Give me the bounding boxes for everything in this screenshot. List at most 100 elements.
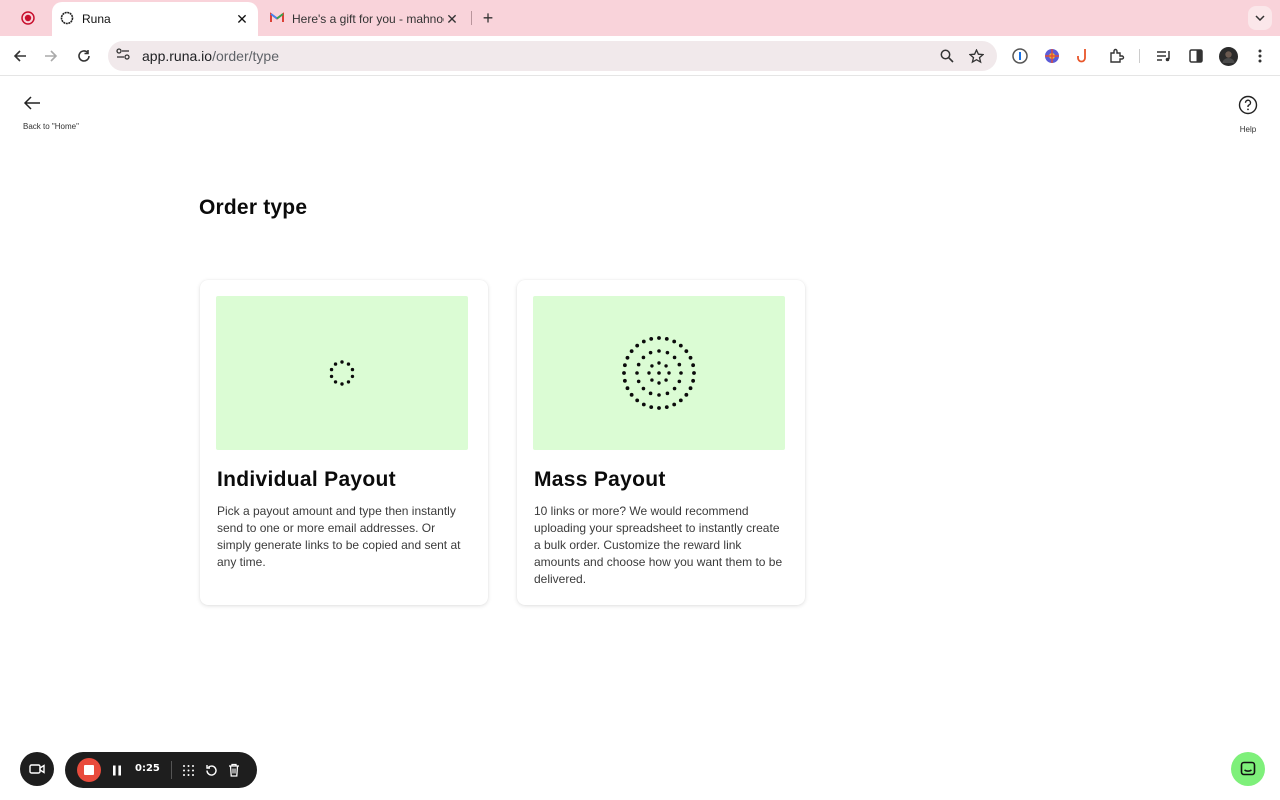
extension-hook-icon[interactable] <box>1073 46 1093 66</box>
illustration-dot <box>684 392 689 397</box>
individual-payout-card[interactable]: Individual Payout Pick a payout amount a… <box>200 280 488 605</box>
illustration-dot <box>333 380 338 384</box>
illustration-dot <box>340 382 344 386</box>
reload-button[interactable] <box>72 44 96 68</box>
mass-payout-card[interactable]: Mass Payout 10 links or more? We would r… <box>517 280 805 605</box>
illustration-dot <box>677 379 682 384</box>
illustration-dot <box>636 362 641 367</box>
illustration-dot <box>641 386 646 391</box>
illustration-dot <box>692 371 696 375</box>
illustration-dot <box>635 398 640 403</box>
illustration-dot <box>657 371 661 375</box>
illustration-dot <box>622 371 626 375</box>
illustration-dot <box>333 362 338 366</box>
arrow-right-icon <box>45 50 58 62</box>
illustration-dot <box>622 378 627 383</box>
illustration-dot <box>346 380 351 384</box>
delete-recording-icon[interactable] <box>226 762 242 778</box>
new-tab-button[interactable]: + <box>478 8 498 28</box>
arrow-left-icon <box>23 96 40 110</box>
illustration-dot <box>678 398 683 403</box>
card-title: Mass Payout <box>534 468 666 491</box>
extension-1password-icon[interactable] <box>1010 46 1030 66</box>
tab-title: Here's a gift for you - mahnoo <box>292 12 444 26</box>
site-settings-icon[interactable] <box>116 47 130 65</box>
illustration-dot <box>648 350 653 355</box>
close-tab-icon[interactable]: ✕ <box>444 11 460 27</box>
illustration-dot <box>664 405 669 410</box>
support-chat-button[interactable] <box>1231 752 1265 786</box>
illustration-dot <box>667 371 671 375</box>
tab-runa[interactable]: Runa ✕ <box>52 2 258 36</box>
illustration-dot <box>657 361 661 365</box>
zoom-icon[interactable] <box>939 48 955 64</box>
pause-recording-button[interactable] <box>109 762 125 778</box>
back-nav-button[interactable] <box>8 44 32 68</box>
illustration-dot <box>346 362 351 366</box>
back-link-label: Back to "Home" <box>23 122 79 131</box>
grid-dots-icon[interactable] <box>180 762 196 778</box>
illustration-dot <box>629 392 634 397</box>
camera-toggle-button[interactable] <box>20 752 54 786</box>
illustration-dot <box>641 355 646 360</box>
illustration-dot <box>622 363 627 368</box>
illustration-dot <box>677 362 682 367</box>
runa-logo-icon <box>60 11 74 28</box>
illustration-dot <box>635 371 639 375</box>
side-panel-icon[interactable] <box>1186 46 1206 66</box>
illustration-dot <box>688 386 693 391</box>
card-description: 10 links or more? We would recommend upl… <box>534 504 783 586</box>
browser-tabstrip: Runa ✕ Here's a gift for you - mahnoo ✕ … <box>0 0 1280 36</box>
recording-timer: 0:25 <box>135 763 160 774</box>
illustration-dot <box>329 367 334 372</box>
chevron-down-icon <box>1255 15 1265 21</box>
illustration-dot <box>665 391 670 396</box>
illustration-dot <box>657 406 661 410</box>
extensions-puzzle-icon[interactable] <box>1107 46 1127 66</box>
url-path: /order/type <box>212 48 279 64</box>
illustration-dot <box>650 378 654 382</box>
browser-menu-icon[interactable] <box>1250 46 1270 66</box>
tab-search-button[interactable] <box>1248 6 1272 30</box>
help-link[interactable]: Help <box>1232 95 1264 134</box>
illustration-dot <box>678 343 683 348</box>
back-to-home-link[interactable]: Back to "Home" <box>20 95 92 131</box>
illustration-dot <box>691 363 696 368</box>
illustration-dot <box>641 339 646 344</box>
illustration-dot <box>649 405 654 410</box>
illustration-dot <box>625 355 630 360</box>
illustration-dot <box>657 336 661 340</box>
card-title: Individual Payout <box>217 468 396 491</box>
illustration-dot <box>664 336 669 341</box>
address-bar[interactable]: app.runa.io/order/type <box>108 41 997 71</box>
media-control-icon[interactable] <box>1154 46 1174 66</box>
illustration-dot <box>636 379 641 384</box>
illustration-dot <box>350 374 355 379</box>
recording-indicator-icon <box>18 8 38 28</box>
tab-divider <box>471 11 472 25</box>
illustration-dot <box>684 349 689 354</box>
illustration-dot <box>691 378 696 383</box>
illustration-dot <box>649 336 654 341</box>
single-dotted-circle-icon <box>329 360 355 386</box>
profile-avatar[interactable] <box>1218 46 1238 66</box>
illustration-dot <box>641 402 646 407</box>
page-title: Order type <box>199 196 308 219</box>
recording-divider <box>171 761 172 779</box>
tab-title: Runa <box>82 12 111 26</box>
bookmark-star-icon[interactable] <box>968 48 984 64</box>
forward-nav-button[interactable] <box>39 44 63 68</box>
extension-colorful-icon[interactable] <box>1042 46 1062 66</box>
url-text: app.runa.io/order/type <box>142 48 279 64</box>
stop-recording-button[interactable] <box>77 758 101 782</box>
illustration-dot <box>688 355 693 360</box>
restart-recording-icon[interactable] <box>203 762 219 778</box>
pause-icon <box>113 765 121 775</box>
close-tab-icon[interactable]: ✕ <box>234 11 250 27</box>
illustration-dot <box>664 364 668 368</box>
tab-gmail[interactable]: Here's a gift for you - mahnoo ✕ <box>262 2 468 36</box>
illustration-dot <box>672 386 677 391</box>
help-question-icon <box>1238 95 1258 115</box>
url-host: app.runa.io <box>142 48 213 64</box>
illustration-dot <box>650 364 654 368</box>
